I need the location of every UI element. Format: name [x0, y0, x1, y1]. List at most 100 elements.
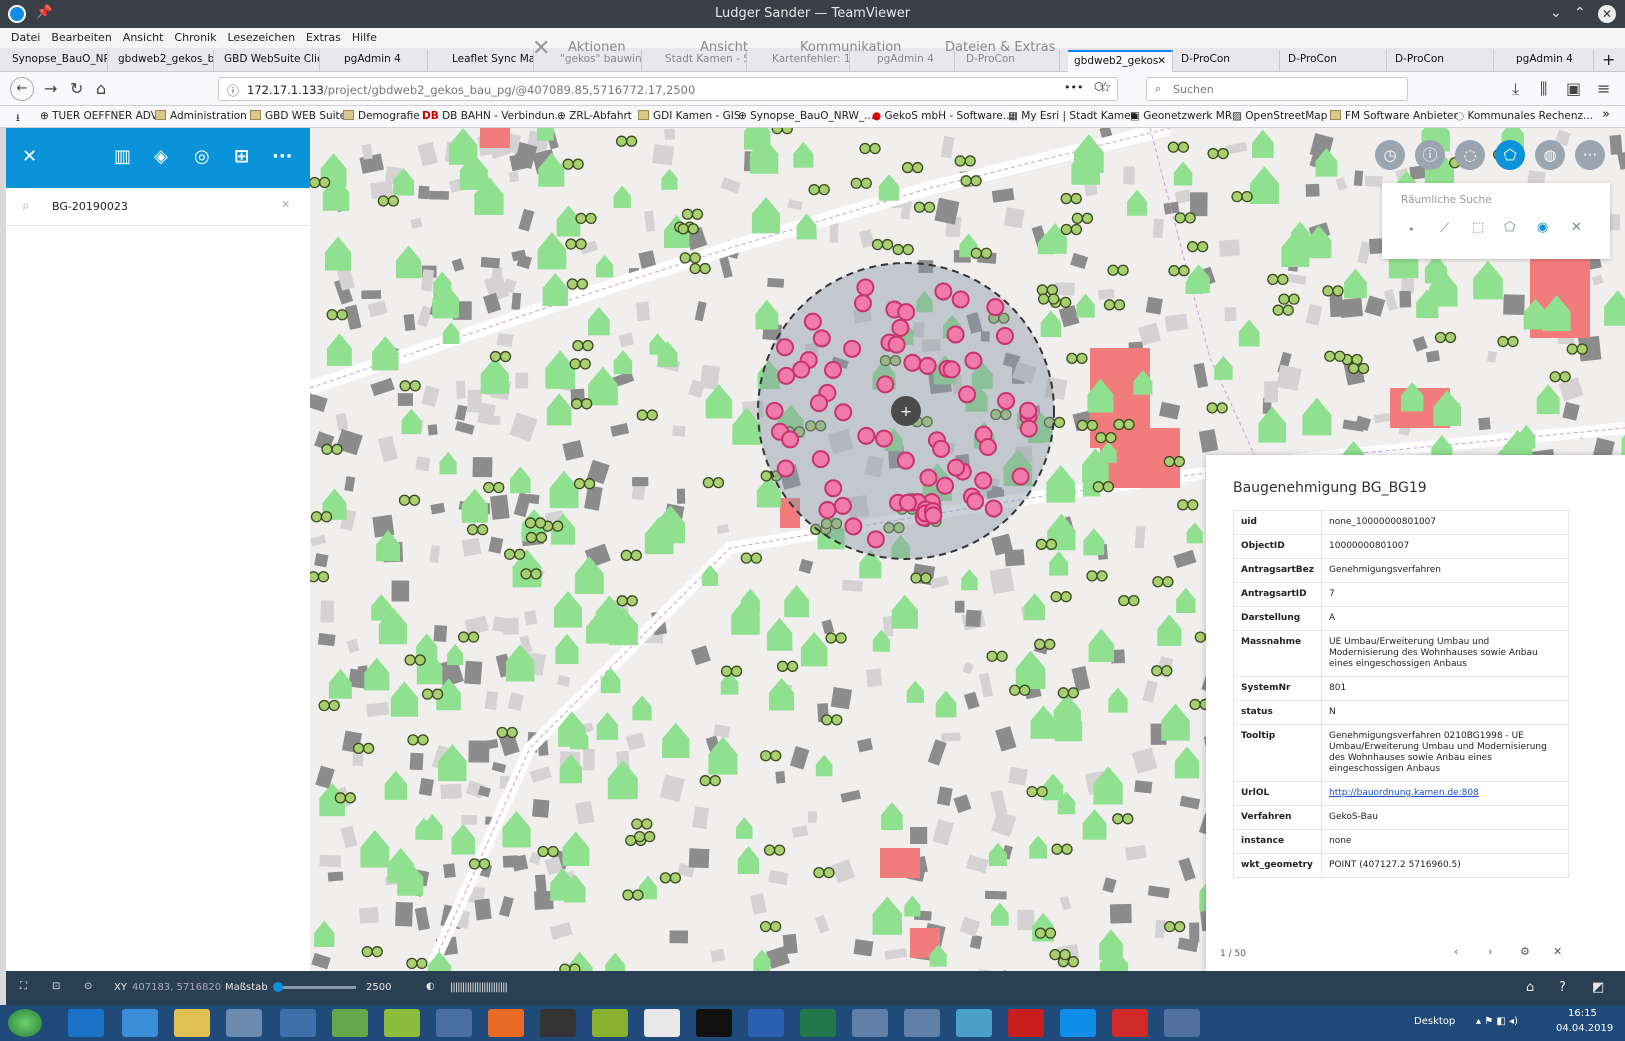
close-icon[interactable]: ✕ — [1598, 5, 1616, 23]
menu-lesezeichen[interactable]: Lesezeichen — [227, 31, 295, 44]
tab-pgadmin[interactable]: pgAdmin 4 — [326, 50, 428, 72]
more-icon[interactable]: ••• — [1064, 81, 1083, 94]
bookmark-item[interactable]: ▣ Geonetzwerk MR — [1130, 110, 1232, 122]
tv-dateien[interactable]: Dateien & Extras — [945, 40, 1055, 55]
rotation-icon[interactable]: ◐ — [426, 981, 435, 992]
app-icon[interactable] — [904, 1009, 940, 1037]
excel-icon[interactable] — [800, 1009, 836, 1037]
bookmark-item[interactable]: ● GekoS mbH - Software... — [872, 110, 1013, 122]
outlook-icon[interactable] — [68, 1009, 104, 1037]
hamburger-menu-icon[interactable]: ≡ — [1597, 79, 1610, 98]
start-button[interactable] — [8, 1009, 42, 1037]
tab-synopse[interactable]: Synopse_BauO_NRW — [6, 50, 108, 72]
app-icon[interactable] — [956, 1009, 992, 1037]
maximize-icon[interactable]: ⌃ — [1574, 5, 1586, 21]
tab-gbd-websuite[interactable]: GBD WebSuite Clien — [218, 50, 320, 72]
qgis-icon[interactable] — [332, 1009, 368, 1037]
point-icon[interactable]: • — [1408, 223, 1415, 236]
desktop-label[interactable]: Desktop — [1414, 1016, 1455, 1027]
clear-search-icon[interactable]: ✕ — [281, 198, 290, 211]
menu-ansicht[interactable]: Ansicht — [123, 31, 164, 44]
attribute-value[interactable]: http://bauordnung.kamen.de:808 — [1321, 781, 1569, 806]
tab-dprocon-2[interactable]: D-ProCon — [1175, 50, 1280, 72]
bookmark-star-icon[interactable]: ☆ — [1099, 80, 1112, 96]
library-icon[interactable]: ⫼ — [1540, 79, 1547, 99]
search-input[interactable]: BG-20190023 — [52, 200, 128, 213]
app-icon[interactable] — [852, 1009, 888, 1037]
info-icon[interactable]: ⓘ — [227, 82, 239, 99]
bookmark-item[interactable]: ◌ Kommunales Rechenz... — [1455, 110, 1593, 122]
bookmark-item[interactable]: Demografie — [343, 110, 420, 122]
history-icon[interactable]: ◷ — [1375, 140, 1405, 170]
tab-dprocon-4[interactable]: D-ProCon — [1389, 50, 1494, 72]
gbd-logo-icon[interactable]: ◩ — [1592, 980, 1604, 995]
app-icon[interactable] — [592, 1009, 628, 1037]
menu-datei[interactable]: Datei — [11, 31, 40, 44]
bookmark-item[interactable]: FM Software Anbieter — [1330, 110, 1458, 122]
forward-icon[interactable]: → — [44, 79, 57, 98]
search-results-icon[interactable]: ⊞ — [234, 146, 249, 167]
app-icon[interactable] — [1164, 1009, 1200, 1037]
tab-dprocon-3[interactable]: D-ProCon — [1282, 50, 1387, 72]
minimize-icon[interactable]: ⌄ — [1550, 5, 1562, 21]
tab-close-icon[interactable]: ✕ — [1157, 55, 1166, 67]
acrobat-icon[interactable] — [1008, 1009, 1044, 1037]
bookmark-item[interactable]: GBD WEB Suite — [250, 110, 346, 122]
tab-pgadmin-3[interactable]: pgAdmin 4 — [1496, 50, 1594, 72]
bookmark-item[interactable]: ⊕ Synopse_BauO_NRW_... — [738, 110, 874, 122]
polygon-icon[interactable]: ⬠ — [1504, 220, 1515, 235]
close-sidebar-icon[interactable]: ✕ — [22, 146, 37, 167]
new-tab-icon[interactable]: + — [1602, 50, 1615, 69]
menu-bearbeiten[interactable]: Bearbeiten — [51, 31, 111, 44]
bookmark-item[interactable]: ⊕ ZRL-Abfahrt — [557, 110, 632, 122]
select-icon[interactable]: ◌ — [1455, 140, 1485, 170]
bookmark-item[interactable]: DB DB BAHN - Verbindun... — [422, 110, 565, 122]
pgadmin-icon[interactable] — [226, 1009, 262, 1037]
navigate-icon[interactable]: ◎ — [194, 146, 210, 167]
ie-icon[interactable] — [122, 1009, 158, 1037]
tv-aktionen[interactable]: Aktionen — [568, 40, 626, 55]
app-icon[interactable] — [540, 1009, 576, 1037]
bookmark-item[interactable]: ▦ My Esri | Stadt Kamen — [1008, 110, 1137, 122]
reload-icon[interactable]: ↻ — [70, 79, 83, 98]
tv-close-icon[interactable]: ✕ — [532, 36, 550, 61]
back-icon[interactable]: ← — [10, 77, 34, 101]
app-icon[interactable] — [280, 1009, 316, 1037]
map-icon[interactable]: ▥ — [114, 146, 131, 167]
bookmarks-manage-icon[interactable]: ⭳ — [16, 110, 20, 128]
sidebar-toggle-icon[interactable]: ▣ — [1566, 79, 1581, 98]
scale-slider-thumb[interactable] — [273, 982, 283, 992]
home-icon[interactable]: ⌂ — [1526, 980, 1534, 995]
firefox-icon[interactable] — [488, 1009, 524, 1037]
more-tools-icon[interactable]: ··· — [1575, 140, 1605, 170]
bookmark-item[interactable]: GDI Kamen - GIS — [638, 110, 741, 122]
measure-icon[interactable]: ◍ — [1535, 140, 1565, 170]
terminal-icon[interactable] — [696, 1009, 732, 1037]
circle-icon[interactable]: ◉ — [1537, 220, 1548, 235]
bookmark-item[interactable]: Administration — [155, 110, 247, 122]
url-bar[interactable]: ⓘ 172.17.1.133/project/gbdweb2_gekos_bau… — [218, 77, 1118, 101]
layers-icon[interactable]: ◈ — [154, 146, 168, 167]
search-bar[interactable]: ⌕ Suchen — [1146, 77, 1408, 101]
prev-icon[interactable]: ‹ — [1454, 945, 1458, 958]
tv-kommunikation[interactable]: Kommunikation — [800, 40, 901, 55]
zoom-extent-icon[interactable]: ⊡ — [52, 981, 60, 992]
tab-leaflet-sync[interactable]: Leaflet Sync Ma — [432, 50, 534, 72]
app-icon[interactable] — [384, 1009, 420, 1037]
teamviewer-icon[interactable] — [1060, 1009, 1096, 1037]
menu-hilfe[interactable]: Hilfe — [352, 31, 377, 44]
identify-icon[interactable]: ⓘ — [1415, 140, 1445, 170]
fullscreen-icon[interactable]: ⛶ — [20, 981, 27, 992]
more-options-icon[interactable]: ··· — [272, 146, 293, 167]
help-icon[interactable]: ? — [1559, 980, 1566, 995]
settings-icon[interactable]: ⚙ — [1520, 945, 1530, 958]
close-info-icon[interactable]: ✕ — [1553, 945, 1562, 958]
menu-extras[interactable]: Extras — [306, 31, 341, 44]
rotation-slider[interactable]: |||||||||||||||||||||||| — [450, 982, 508, 993]
bookmarks-overflow-icon[interactable]: » — [1602, 107, 1610, 122]
app-icon[interactable] — [436, 1009, 472, 1037]
tray-icons[interactable]: ▴ ⚑ ◧ ◂) — [1476, 1016, 1518, 1027]
zoom-location-icon[interactable]: ⊙ — [84, 981, 92, 992]
app-icon[interactable] — [1112, 1009, 1148, 1037]
word-icon[interactable] — [748, 1009, 784, 1037]
